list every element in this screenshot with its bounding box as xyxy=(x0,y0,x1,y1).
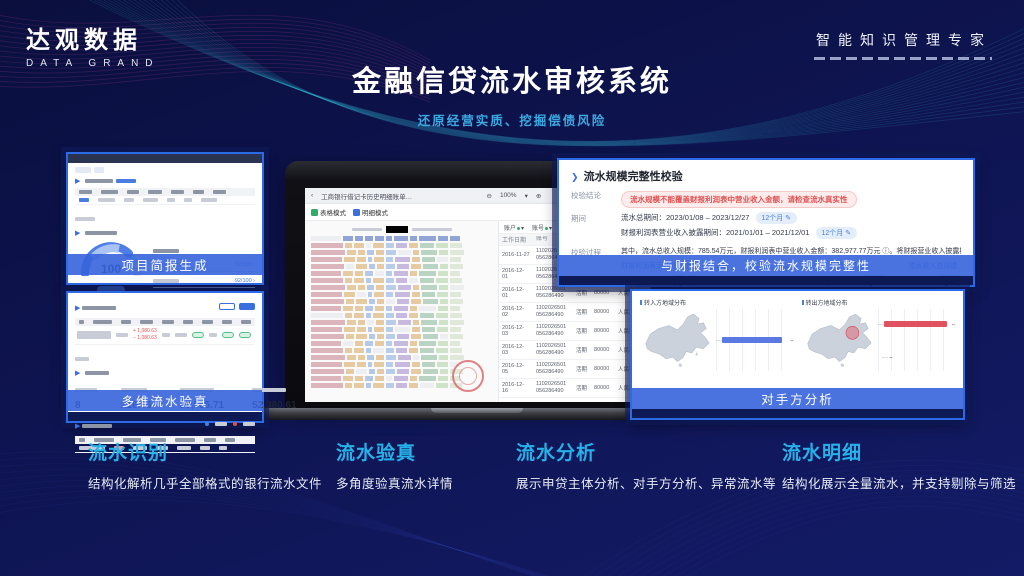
period-line-2: 财报利润表营业收入披露期间：2021/01/01 – 2021/12/01 12… xyxy=(621,227,961,239)
screenshot-verify: ▶ + 1,080.63− 1,080.63 xyxy=(66,291,264,423)
detail-mode-button[interactable]: 明细模式 xyxy=(353,207,388,217)
inflow-region-chart: 转入方地域分布 ── ▪▪ xyxy=(640,298,794,371)
red-stamp xyxy=(452,360,484,392)
feature-desc: 结构化解析几乎全部格式的银行流水文件 xyxy=(88,473,322,492)
feature-title: 流水验真 xyxy=(336,438,453,465)
inflow-bar-chart: ── ▪▪ xyxy=(716,309,794,371)
brand-tagline: 智能知识管理专家 xyxy=(814,30,992,60)
status-badge-normal xyxy=(222,332,234,338)
zoom-level[interactable]: 100% xyxy=(500,192,517,199)
period-label: 期间 xyxy=(571,212,621,224)
zoom-dropdown-icon[interactable]: ▾ xyxy=(525,192,528,200)
china-map-highlighted xyxy=(802,311,874,369)
integrity-footer-strip xyxy=(559,276,973,285)
feature-verification: 流水验真 多角度验真流水详情 xyxy=(336,438,453,492)
filter-account[interactable]: 账户▾ xyxy=(504,223,524,232)
zoom-out-icon[interactable]: ⊖ xyxy=(487,192,492,200)
status-badge-normal xyxy=(192,332,204,338)
briefing-section-basic: ▶ xyxy=(75,177,255,185)
page-subtitle: 还原经营实质、挖掘偿债风险 xyxy=(0,110,1024,129)
scanned-statement xyxy=(305,221,499,402)
laptop-notch xyxy=(431,408,523,413)
inflow-bar xyxy=(722,337,782,343)
feature-title: 流水明细 xyxy=(782,438,1016,465)
china-map xyxy=(640,311,712,369)
caret-icon: ▶ xyxy=(75,177,80,185)
panel-integrity-check: ❯ 流水规模完整性校验 校验结论 流水规模不能覆盖财报利润表中营业收入金额，请检… xyxy=(557,158,975,287)
feature-title: 流水识别 xyxy=(88,438,322,465)
period-tag-1[interactable]: 12个月 ✎ xyxy=(756,212,798,224)
caret-icon: ❯ xyxy=(571,172,579,182)
zoom-in-icon[interactable]: ⊕ xyxy=(536,192,541,200)
verify-legend xyxy=(205,422,255,426)
brand-logo-cn: 达观数据 xyxy=(26,20,160,55)
briefing-tabs[interactable] xyxy=(75,167,255,173)
feature-desc: 多角度验真流水详情 xyxy=(336,473,453,492)
table-row[interactable]: 2016-12-051102026501 056286490活期80000人民币… xyxy=(499,360,651,379)
conclusion-alert: 流水规模不能覆盖财报利润表中营业收入金额，请检查流水真实性 xyxy=(621,191,857,208)
brand-tagline-text: 智能知识管理专家 xyxy=(814,30,992,50)
table-mode-icon xyxy=(311,209,318,216)
integrity-title: ❯ 流水规模完整性校验 xyxy=(571,168,961,184)
region-highlight xyxy=(845,326,858,339)
table-mode-button[interactable]: 表格模式 xyxy=(311,207,346,217)
feature-recognition: 流水识别 结构化解析几乎全部格式的银行流水文件 xyxy=(88,438,322,492)
verify-table-header xyxy=(75,318,255,326)
slide: 达观数据 DATA GRAND 智能知识管理专家 金融信贷流水审核系统 还原经营… xyxy=(0,0,1024,576)
counterparty-footer-strip xyxy=(632,409,963,418)
table-row[interactable]: 2016-12-031102026501 056286490活期80000人民币… xyxy=(499,341,651,360)
feature-title: 流水分析 xyxy=(516,438,776,465)
period-line-1: 流水总期间：2023/01/08 – 2023/12/27 12个月 ✎ xyxy=(621,212,961,224)
verify-table-row: + 1,080.63− 1,080.63 xyxy=(75,326,255,345)
screenshot-briefing: ▶ ▶ xyxy=(66,152,264,285)
feature-analysis: 流水分析 展示申贷主体分析、对手方分析、异常流水等 xyxy=(516,438,776,492)
table-row[interactable]: 2016-12-161102026501 056286490活期80000人民币… xyxy=(499,379,651,398)
outflow-bar xyxy=(884,321,948,327)
caret-icon: ▶ xyxy=(75,369,80,377)
briefing-table-row xyxy=(75,196,255,205)
verify-footer-strip xyxy=(68,412,262,421)
document-title: 工商银行借记卡历史明细账单… xyxy=(321,191,412,201)
filter-account-no[interactable]: 账号▾ xyxy=(532,223,552,232)
inflow-chart-title: 转入方地域分布 xyxy=(640,298,794,307)
briefing-topnav xyxy=(68,154,262,163)
table-row[interactable]: 2016-12-021102026501 056286490活期80000人民币… xyxy=(499,303,651,322)
caret-icon: ▶ xyxy=(75,305,80,312)
outflow-chart-title: 转出方地域分布 xyxy=(802,298,956,307)
period-tag-2[interactable]: 12个月 ✎ xyxy=(816,227,858,239)
status-badge-normal xyxy=(239,332,251,338)
caret-icon: ▶ xyxy=(75,229,80,237)
caption-counterparty: 对手方分析 xyxy=(632,388,963,409)
amount-in-out: + 1,080.63− 1,080.63 xyxy=(133,328,157,342)
caption-verify: 多维流水验真 xyxy=(68,390,262,411)
back-icon[interactable]: ‹ xyxy=(311,192,313,199)
outflow-region-chart: 转出方地域分布 ── ▪▪ ── ▪▪ xyxy=(802,298,956,371)
briefing-section-score: ▶ xyxy=(75,229,255,237)
caret-icon: ▶ xyxy=(75,423,80,430)
verify-header-buttons[interactable] xyxy=(219,297,255,315)
feature-desc: 结构化展示全量流水，并支持剔除与筛选 xyxy=(782,473,1016,492)
conclusion-label: 校验结论 xyxy=(571,189,621,201)
caption-integrity: 与财报结合，校验流水规模完整性 xyxy=(559,255,973,276)
panel-counterparty: 转入方地域分布 ── ▪▪ 转出方地域分布 xyxy=(630,289,965,420)
feature-detail: 流水明细 结构化展示全量流水，并支持剔除与筛选 xyxy=(782,438,1016,492)
outflow-bar-chart: ── ▪▪ ── ▪▪ xyxy=(878,309,956,371)
table-row[interactable]: 2016-12-031102026501 056286490活期80000人民币… xyxy=(499,322,651,341)
detail-mode-icon xyxy=(353,209,360,216)
briefing-table-header xyxy=(75,188,255,196)
redaction-box xyxy=(386,226,408,233)
caption-briefing: 项目简报生成 xyxy=(68,254,262,275)
page-title: 金融信贷流水审核系统 xyxy=(0,58,1024,100)
feature-desc: 展示申贷主体分析、对手方分析、异常流水等 xyxy=(516,473,776,492)
